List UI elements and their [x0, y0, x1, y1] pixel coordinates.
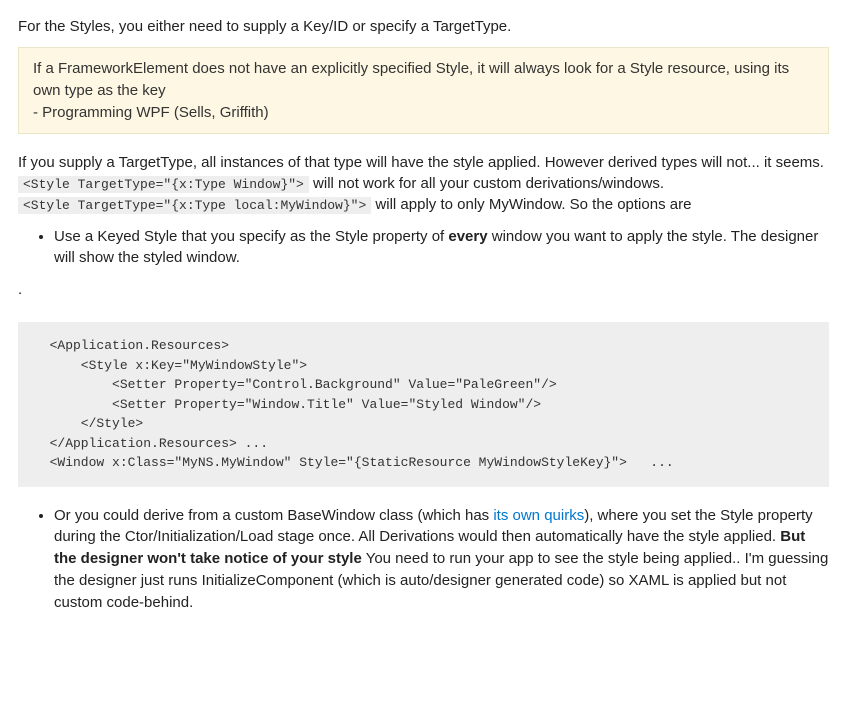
quote-block: If a FrameworkElement does not have an e…	[18, 47, 829, 134]
options-list-2: Or you could derive from a custom BaseWi…	[18, 505, 829, 614]
quirks-link[interactable]: its own quirks	[493, 507, 584, 524]
para2-b: will not work for all your custom deriva…	[309, 175, 664, 192]
bullet1-bold: every	[448, 228, 487, 245]
para2-a: If you supply a TargetType, all instance…	[18, 154, 824, 171]
inline-code-1: <Style TargetType="{x:Type Window}">	[18, 176, 309, 193]
code-block: <Application.Resources> <Style x:Key="My…	[18, 322, 829, 487]
bullet1-a: Use a Keyed Style that you specify as th…	[54, 228, 448, 245]
bullet2-a: Or you could derive from a custom BaseWi…	[54, 507, 493, 524]
explanation-paragraph: If you supply a TargetType, all instance…	[18, 152, 829, 215]
list-item: Use a Keyed Style that you specify as th…	[54, 226, 829, 270]
ellipsis-dot: .	[18, 279, 829, 300]
options-list-1: Use a Keyed Style that you specify as th…	[18, 226, 829, 270]
quote-attribution: - Programming WPF (Sells, Griffith)	[33, 104, 269, 121]
para2-c: will apply to only MyWindow. So the opti…	[371, 196, 691, 213]
intro-paragraph: For the Styles, you either need to suppl…	[18, 16, 829, 37]
inline-code-2: <Style TargetType="{x:Type local:MyWindo…	[18, 197, 371, 214]
quote-text: If a FrameworkElement does not have an e…	[33, 60, 789, 99]
list-item: Or you could derive from a custom BaseWi…	[54, 505, 829, 614]
